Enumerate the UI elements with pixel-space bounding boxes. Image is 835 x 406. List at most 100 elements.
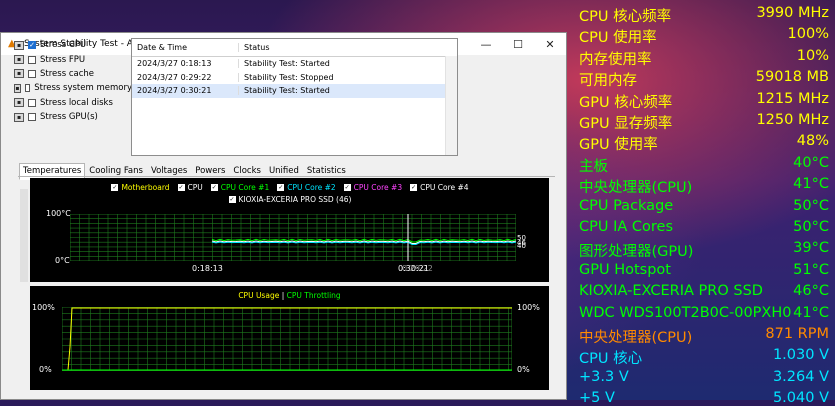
osd-row: GPU 显存频率 1250 MHz	[579, 112, 829, 133]
sensor-osd-overlay: CPU 核心频率 3990 MHz CPU 使用率 100% 内存使用率 10% 可用内存 5…	[567, 0, 835, 406]
temperature-plot	[70, 214, 516, 261]
fpu-icon: ▪	[14, 55, 24, 65]
osd-value: 46°C	[793, 283, 829, 300]
osd-label: 中央处理器(CPU)	[579, 330, 693, 346]
stress-cpu-option[interactable]: ▪ ✓ Stress CPU	[14, 38, 132, 52]
status-log-table[interactable]: Date & Time Status 2024/3/27 0:18:13 Sta…	[131, 38, 458, 156]
legend-checkbox[interactable]: ✓	[210, 184, 218, 191]
stress-gpu-option[interactable]: ▪ Stress GPU(s)	[14, 110, 132, 124]
y-axis-bottom-right-label: 0%	[517, 365, 530, 374]
osd-value: 5.040 V	[772, 390, 829, 406]
log-scrollbar[interactable]	[445, 56, 457, 155]
osd-value: 10%	[796, 47, 829, 64]
log-status: Stability Test: Stopped	[244, 72, 334, 82]
legend-checkbox[interactable]: ✓	[228, 196, 236, 203]
legend-label: CPU Core #3	[353, 183, 403, 192]
stress-memory-checkbox[interactable]	[24, 84, 31, 93]
osd-value: 3.264 V	[772, 368, 829, 385]
osd-row: 中央处理器(CPU) 41°C	[579, 176, 829, 197]
osd-label: 主板	[579, 158, 608, 175]
osd-value: 51°C	[793, 261, 829, 278]
legend-item[interactable]: ✓ CPU Core #3	[343, 183, 403, 192]
osd-row: 图形处理器(GPU) 39°C	[579, 240, 829, 261]
osd-label: WDC WDS100T2B0C-00PXH0	[579, 304, 792, 321]
y-axis-top-right-label: 100%	[517, 303, 540, 312]
osd-value: 50°C	[793, 197, 829, 214]
cpu-usage-graph: CPU Usage | CPU Throttling 100% 0% 100% …	[30, 286, 549, 390]
minimize-button[interactable]: —	[470, 38, 502, 51]
legend-checkbox[interactable]: ✓	[277, 184, 285, 191]
memory-icon: ▪	[14, 83, 21, 93]
usage-legend: CPU Usage | CPU Throttling	[30, 291, 549, 300]
legend-checkbox[interactable]: ✓	[343, 184, 351, 191]
osd-value: 1250 MHz	[756, 112, 829, 128]
stress-cache-checkbox[interactable]	[28, 69, 36, 78]
osd-label: 可用内存	[579, 73, 637, 90]
stress-disks-option[interactable]: ▪ Stress local disks	[14, 96, 132, 110]
y-axis-bottom-label: 0°C	[55, 256, 70, 265]
legend-checkbox[interactable]: ✓	[111, 184, 119, 191]
legend-item[interactable]: ✓ CPU Core #1	[210, 183, 269, 192]
osd-value: 3990 MHz	[756, 5, 829, 21]
log-row[interactable]: 2024/3/27 0:30:21 Stability Test: Starte…	[132, 84, 457, 98]
osd-row: WDC WDS100T2B0C-00PXH0 41°C	[579, 305, 829, 321]
legend-label: CPU Core #2	[287, 183, 336, 192]
legend-item[interactable]: ✓ KIOXIA-EXCERIA PRO SSD (46)	[228, 195, 351, 204]
osd-value: 39°C	[793, 240, 829, 257]
log-header: Date & Time Status	[132, 39, 457, 57]
right-value-bottom: 40	[517, 242, 526, 250]
stress-gpu-label: Stress GPU(s)	[40, 112, 98, 123]
legend-item[interactable]: ✓ CPU Core #2	[277, 183, 336, 192]
column-status[interactable]: Status	[239, 43, 442, 52]
log-date: 2024/3/27 0:30:21	[132, 86, 239, 96]
legend-label: CPU Core #4	[420, 183, 469, 192]
column-date-time[interactable]: Date & Time	[132, 43, 239, 52]
y-axis-bottom-left-label: 0%	[39, 365, 52, 374]
legend-item[interactable]: ✓ CPU Core #4	[410, 183, 469, 192]
osd-value: 48%	[796, 133, 829, 150]
osd-value: 41°C	[793, 304, 829, 321]
legend-label: CPU	[187, 183, 203, 192]
disk-icon: ▪	[14, 98, 24, 108]
osd-label: GPU 使用率	[579, 137, 658, 154]
osd-row: CPU 核心频率 3990 MHz	[579, 5, 829, 26]
gpu-icon: ▪	[14, 112, 24, 122]
stress-disks-checkbox[interactable]	[28, 98, 36, 107]
stress-gpu-checkbox[interactable]	[28, 113, 36, 122]
osd-row: 可用内存 59018 MB	[579, 69, 829, 90]
stress-cache-label: Stress cache	[40, 68, 94, 79]
osd-label: 内存使用率	[579, 51, 652, 68]
legend-cpu-throttling: CPU Throttling	[286, 291, 341, 300]
legend-separator: |	[281, 291, 285, 300]
osd-label: +3.3 V	[579, 368, 629, 385]
stress-fpu-option[interactable]: ▪ Stress FPU	[14, 52, 132, 66]
osd-value: 1.030 V	[772, 347, 829, 364]
stress-cpu-label: Stress CPU	[40, 40, 87, 51]
osd-value: 50°C	[793, 219, 829, 235]
maximize-button[interactable]: ☐	[502, 38, 534, 51]
osd-value: 1215 MHz	[756, 90, 829, 107]
log-row[interactable]: 2024/3/27 0:29:22 Stability Test: Stoppe…	[132, 71, 457, 85]
log-row[interactable]: 2024/3/27 0:18:13 Stability Test: Starte…	[132, 57, 457, 71]
stress-cpu-checkbox[interactable]: ✓	[28, 41, 36, 50]
usage-plot	[62, 307, 512, 371]
temperature-legend: ✓ Motherboard ✓ CPU ✓ CPU Core #1 ✓ CPU Core…	[110, 183, 470, 207]
legend-item[interactable]: ✓ CPU	[177, 183, 203, 192]
stress-cache-option[interactable]: ▪ Stress cache	[14, 67, 132, 81]
cache-icon: ▪	[14, 69, 24, 79]
stress-fpu-checkbox[interactable]	[28, 55, 36, 64]
osd-label: GPU 显存频率	[579, 116, 673, 132]
legend-checkbox[interactable]: ✓	[177, 184, 185, 191]
stress-memory-option[interactable]: ▪ Stress system memory	[14, 81, 132, 95]
legend-checkbox[interactable]: ✓	[410, 184, 418, 191]
osd-row: GPU 核心频率 1215 MHz	[579, 91, 829, 112]
osd-row: GPU Hotspot 51°C	[579, 262, 829, 278]
osd-row: CPU 核心 1.030 V	[579, 347, 829, 368]
graph-scrollbar[interactable]	[20, 189, 28, 282]
osd-row: 内存使用率 10%	[579, 48, 829, 69]
cpu-icon: ▪	[14, 40, 24, 50]
osd-label: CPU Package	[579, 197, 674, 214]
legend-item[interactable]: ✓ Motherboard	[111, 183, 170, 192]
close-button[interactable]: ✕	[534, 38, 566, 51]
osd-label: 图形处理器(GPU)	[579, 244, 694, 261]
